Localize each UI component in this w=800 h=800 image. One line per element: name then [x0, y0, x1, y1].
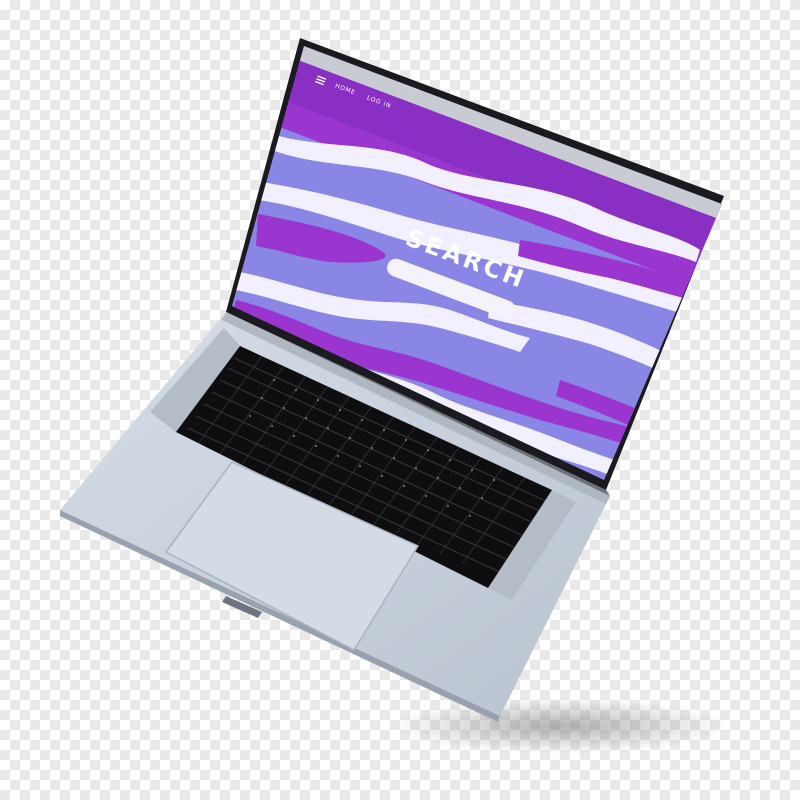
- drop-shadow: [390, 698, 730, 754]
- laptop-illustration: HOME LOG IN SEARCH: [60, 38, 730, 754]
- laptop-mockup-scene: HOME LOG IN SEARCH: [0, 0, 800, 800]
